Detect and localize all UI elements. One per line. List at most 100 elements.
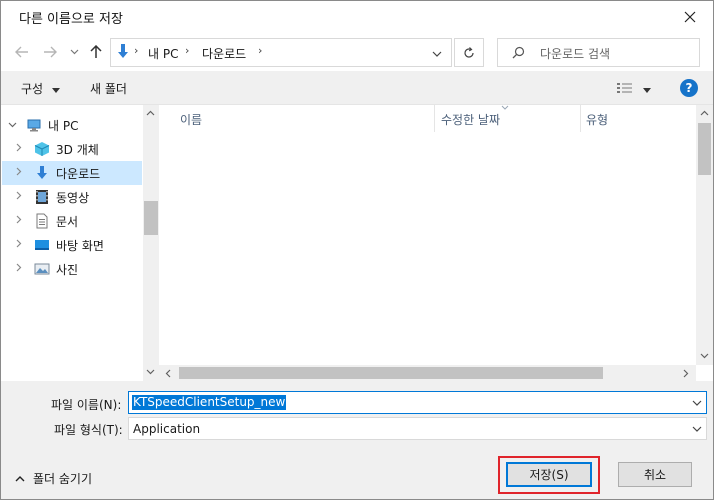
download-icon — [37, 166, 47, 179]
new-folder-button[interactable]: 새 폴더 — [90, 80, 127, 97]
organize-menu[interactable]: 구성 — [21, 80, 60, 97]
cube-3d-icon — [34, 142, 50, 156]
view-options-button[interactable] — [617, 82, 633, 97]
nav-item-pictures[interactable]: 사진 — [2, 257, 142, 281]
chevron-right-icon — [16, 191, 22, 200]
search-placeholder: 다운로드 검색 — [540, 47, 611, 61]
chevron-down-icon — [692, 426, 702, 432]
chevron-right-icon — [16, 143, 22, 152]
navigation-pane: 내 PC 3D 개체 다운로드 동영상 문서 바탕 화면 사진 — [2, 105, 159, 381]
video-icon — [36, 190, 48, 204]
filetype-label: 파일 형식(T): — [54, 423, 123, 437]
address-bar[interactable]: › 내 PC › 다운로드 › — [110, 38, 452, 67]
nav-item-downloads[interactable]: 다운로드 — [2, 161, 142, 185]
scroll-up-icon — [146, 110, 155, 116]
scrollbar-thumb[interactable] — [179, 367, 603, 379]
chevron-right-icon — [16, 215, 22, 224]
filename-value: KTSpeedClientSetup_new — [132, 395, 287, 410]
pc-icon — [27, 119, 41, 132]
chevron-right-icon — [16, 263, 22, 272]
breadcrumb-separator: › — [134, 44, 139, 57]
desktop-icon — [35, 240, 49, 250]
file-list-vertical-scrollbar[interactable] — [696, 105, 713, 365]
close-button[interactable] — [667, 1, 713, 32]
search-box[interactable]: 다운로드 검색 — [497, 38, 700, 67]
save-button[interactable]: 저장(S) — [506, 462, 592, 487]
filetype-value: Application — [133, 422, 201, 436]
arrow-right-icon — [44, 46, 57, 58]
filename-label: 파일 이름(N): — [51, 398, 122, 412]
chevron-right-icon — [16, 167, 22, 176]
search-icon — [512, 46, 525, 59]
breadcrumb-downloads[interactable]: 다운로드 — [202, 45, 246, 62]
breadcrumb-separator: › — [258, 44, 263, 57]
address-history-dropdown[interactable] — [427, 46, 447, 62]
column-header-label: 수정한 날짜 — [441, 113, 501, 127]
scroll-down-icon — [700, 353, 709, 359]
nav-item-documents[interactable]: 문서 — [2, 209, 142, 233]
chevron-down-icon — [432, 51, 442, 57]
recent-locations-button[interactable] — [63, 41, 85, 63]
hide-folders-toggle[interactable]: 폴더 숨기기 — [15, 470, 92, 487]
picture-icon — [34, 263, 50, 275]
scrollbar-thumb[interactable] — [144, 201, 158, 235]
chevron-down-icon — [8, 122, 17, 128]
help-button[interactable]: ? — [680, 79, 698, 97]
window-title: 다른 이름으로 저장 — [19, 12, 123, 27]
save-as-dialog: 다른 이름으로 저장 › 내 PC › 다운로드 › 다운로드 검색 구성 새 … — [0, 0, 714, 500]
filetype-select[interactable]: Application — [128, 417, 707, 440]
details-view-icon — [617, 83, 632, 93]
refresh-icon — [464, 46, 474, 58]
nav-item-label: 3D 개체 — [56, 143, 99, 157]
filename-input[interactable]: KTSpeedClientSetup_new — [128, 391, 707, 414]
document-icon — [36, 213, 48, 229]
chevron-down-icon[interactable] — [692, 400, 702, 406]
organize-label: 구성 — [21, 82, 44, 96]
save-form-area: 파일 이름(N): KTSpeedClientSetup_new 파일 형식(T… — [1, 381, 713, 499]
nav-item-label: 내 PC — [48, 119, 79, 133]
nav-item-label: 바탕 화면 — [56, 239, 104, 253]
chevron-down-icon — [70, 49, 78, 55]
caret-down-icon — [51, 88, 60, 93]
scroll-up-icon — [700, 110, 709, 116]
scrollbar-thumb[interactable] — [698, 123, 711, 175]
nav-item-videos[interactable]: 동영상 — [2, 185, 142, 209]
breadcrumb-my-pc[interactable]: 내 PC — [148, 45, 178, 62]
up-button[interactable] — [85, 41, 107, 63]
scroll-down-icon — [146, 369, 155, 375]
hide-folders-label: 폴더 숨기기 — [33, 472, 93, 486]
chevron-right-icon — [16, 239, 22, 248]
column-header-name[interactable]: 이름 — [159, 105, 434, 132]
column-header-type[interactable]: 유형 — [581, 105, 696, 132]
nav-item-label: 문서 — [56, 215, 79, 229]
title-bar: 다른 이름으로 저장 — [1, 1, 713, 33]
nav-item-label: 사진 — [56, 263, 79, 277]
arrow-left-icon — [15, 46, 28, 58]
command-toolbar: 구성 새 폴더 ? — [1, 71, 713, 105]
scroll-right-icon — [683, 369, 689, 378]
caret-down-icon — [643, 88, 651, 93]
refresh-button[interactable] — [454, 38, 484, 67]
column-header-label: 유형 — [586, 113, 609, 127]
close-icon — [684, 11, 696, 22]
forward-button[interactable] — [39, 41, 61, 63]
download-icon — [118, 44, 128, 58]
back-button[interactable] — [11, 41, 33, 63]
nav-item-3d-objects[interactable]: 3D 개체 — [2, 137, 142, 161]
nav-item-label: 다운로드 — [56, 167, 101, 181]
nav-item-my-pc[interactable]: 내 PC — [2, 113, 142, 137]
scroll-left-icon — [165, 369, 171, 378]
breadcrumb-separator: › — [185, 44, 190, 57]
navigation-row: › 내 PC › 다운로드 › 다운로드 검색 — [1, 33, 713, 71]
view-dropdown[interactable] — [643, 82, 651, 96]
nav-item-desktop[interactable]: 바탕 화면 — [2, 233, 142, 257]
column-header-date-modified[interactable]: 수정한 날짜 — [435, 105, 580, 132]
nav-item-label: 동영상 — [56, 191, 90, 205]
nav-pane-scrollbar[interactable] — [143, 105, 159, 381]
arrow-up-icon — [90, 45, 102, 58]
file-list-pane: 이름 수정한 날짜 유형 — [159, 105, 713, 381]
cancel-button[interactable]: 취소 — [618, 462, 692, 487]
file-list-horizontal-scrollbar[interactable] — [159, 365, 696, 381]
sort-indicator-icon — [501, 105, 509, 110]
chevron-up-icon — [15, 475, 25, 481]
